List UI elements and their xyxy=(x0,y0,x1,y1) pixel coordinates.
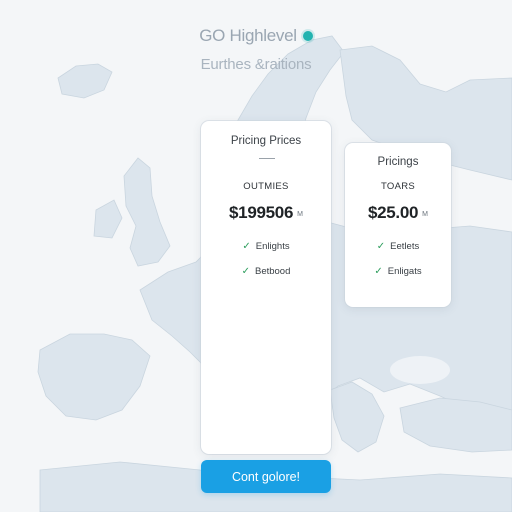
plan-price: $25.00 xyxy=(367,203,419,222)
app-title: GO Highlevel xyxy=(199,26,297,45)
brand-row: GO Highlevel xyxy=(199,26,313,46)
checkmark-icon: ✓ xyxy=(376,241,386,252)
card-title: Pricing Prices xyxy=(230,135,302,147)
plan-label: OUTMIES xyxy=(243,181,289,192)
feature-item: ✓ Enlights xyxy=(201,241,331,252)
feature-label: Betbood xyxy=(254,266,291,277)
feature-item: ✓ Enligats xyxy=(345,266,451,277)
feature-label: Enligats xyxy=(387,266,422,277)
feature-label: Eetlets xyxy=(390,241,420,252)
price-row: $25.00 M xyxy=(345,203,451,223)
checkmark-icon: ✓ xyxy=(241,266,250,277)
pricing-page: GO Highlevel Eurthes &raitions Pricing P… xyxy=(0,0,512,512)
price-suffix: M xyxy=(422,211,429,218)
checkmark-icon: ✓ xyxy=(374,266,383,277)
card-title: Pricings xyxy=(377,156,419,168)
feature-label: Enlights xyxy=(255,241,290,252)
checkmark-icon: ✓ xyxy=(242,241,251,252)
price-suffix: M xyxy=(297,211,303,218)
price-row: $199506 M xyxy=(201,203,331,223)
plan-label: TOARS xyxy=(380,181,416,192)
plan-price: $199506 xyxy=(229,203,294,222)
continue-button[interactable]: Cont golore! xyxy=(201,460,331,493)
pricing-card-secondary[interactable]: Pricings TOARS $25.00 M ✓ Eetlets ✓ Enligat… xyxy=(345,143,451,307)
title-divider xyxy=(259,158,275,159)
pricing-card-primary[interactable]: Pricing Prices OUTMIES $199506 M ✓ Enlight… xyxy=(201,121,331,454)
feature-item: ✓ Eetlets xyxy=(345,241,451,252)
app-subtitle: Eurthes &raitions xyxy=(200,56,312,73)
teal-dot-icon xyxy=(302,31,313,41)
feature-item: ✓ Betbood xyxy=(201,266,331,277)
header: GO Highlevel Eurthes &raitions xyxy=(0,26,512,73)
